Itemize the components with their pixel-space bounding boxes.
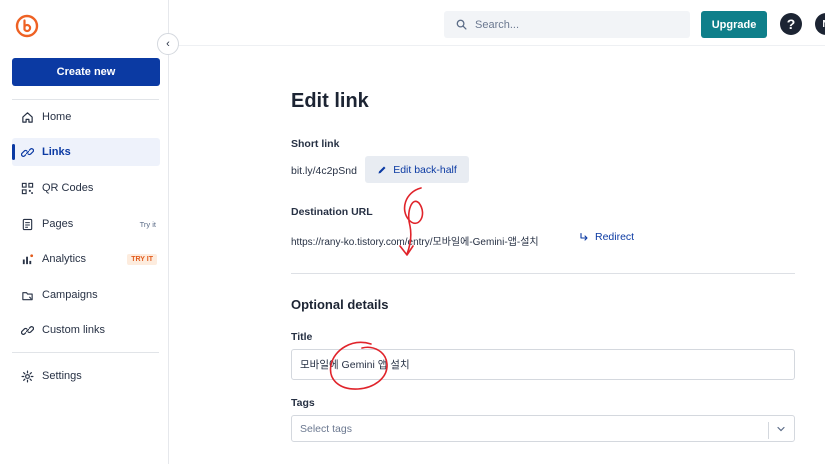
tags-label: Tags: [291, 397, 315, 409]
sidebar-divider: [12, 352, 159, 353]
try-it-badge: TRY IT: [127, 253, 157, 265]
page-title: Edit link: [291, 90, 369, 112]
home-icon: [12, 111, 42, 124]
avatar[interactable]: N: [815, 13, 825, 35]
sidebar-item-label: Settings: [42, 370, 82, 382]
sidebar-item-links[interactable]: Links: [12, 138, 160, 166]
link-icon: [12, 146, 42, 159]
redirect-arrow-icon: [580, 232, 588, 241]
destination-url-label: Destination URL: [291, 206, 373, 218]
edit-back-half-button[interactable]: Edit back-half: [365, 156, 469, 183]
sidebar-item-settings[interactable]: Settings: [12, 362, 160, 390]
section-divider: [291, 273, 795, 274]
chevron-down-icon: [777, 426, 785, 432]
short-link-label: Short link: [291, 138, 340, 150]
analytics-icon: [12, 253, 42, 266]
create-new-button[interactable]: Create new: [12, 58, 160, 86]
sidebar-item-custom-links[interactable]: Custom links: [12, 316, 160, 344]
edit-back-half-label: Edit back-half: [393, 163, 457, 176]
custom-links-icon: [12, 324, 42, 337]
sidebar-item-home[interactable]: Home: [12, 103, 160, 131]
sidebar: Create new Home Links QR Codes Pages Try…: [0, 0, 169, 464]
tags-placeholder: Select tags: [300, 422, 352, 435]
select-separator: [768, 422, 769, 439]
sidebar-item-pages[interactable]: Pages Try it: [12, 210, 160, 238]
sidebar-item-analytics[interactable]: Analytics TRY IT: [12, 245, 160, 273]
sidebar-item-label: QR Codes: [42, 182, 94, 194]
sidebar-item-campaigns[interactable]: Campaigns: [12, 281, 160, 309]
destination-url-value: https://rany-ko.tistory.com/entry/모바일에-G…: [291, 237, 539, 248]
bitly-logo-icon[interactable]: [15, 14, 39, 38]
sidebar-item-qr-codes[interactable]: QR Codes: [12, 174, 160, 202]
sidebar-item-label: Pages: [42, 218, 74, 230]
sidebar-item-label: Analytics: [42, 253, 87, 265]
search-icon: [456, 19, 467, 30]
tags-select[interactable]: Select tags: [291, 415, 795, 442]
qr-code-icon: [12, 182, 42, 195]
gear-icon: [12, 370, 42, 383]
search-box[interactable]: [444, 11, 690, 38]
redirect-link[interactable]: Redirect: [579, 231, 634, 243]
pages-icon: [12, 218, 42, 231]
campaigns-icon: [12, 289, 42, 302]
title-input[interactable]: 모바일에 Gemini 앱 설치: [291, 349, 795, 380]
sidebar-item-label: Links: [42, 146, 71, 158]
search-input[interactable]: [475, 18, 675, 31]
top-bar: Upgrade ? N: [170, 0, 825, 46]
optional-details-heading: Optional details: [291, 297, 389, 312]
try-it-label: Try it: [139, 219, 156, 229]
chevron-left-icon: ‹: [166, 38, 170, 50]
help-icon[interactable]: ?: [780, 13, 802, 35]
sidebar-item-label: Campaigns: [42, 289, 98, 301]
pencil-icon: [378, 166, 386, 173]
sidebar-divider: [12, 99, 159, 100]
title-label: Title: [291, 331, 313, 343]
collapse-sidebar-button[interactable]: ‹: [157, 33, 179, 55]
short-link-value: bit.ly/4c2pSnd: [291, 165, 357, 177]
redirect-label: Redirect: [595, 231, 635, 243]
sidebar-item-label: Custom links: [42, 324, 105, 336]
sidebar-item-label: Home: [42, 111, 72, 123]
upgrade-button[interactable]: Upgrade: [701, 11, 767, 38]
